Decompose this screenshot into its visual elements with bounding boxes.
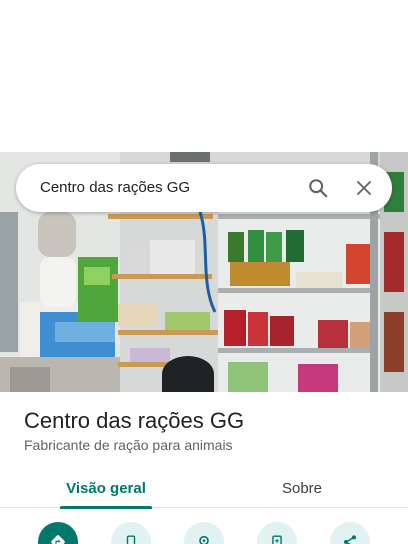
search-icon xyxy=(309,179,328,198)
search-input[interactable]: Centro das rações GG xyxy=(40,164,190,212)
save-icon xyxy=(272,535,282,544)
save-button[interactable] xyxy=(257,522,297,544)
tab-overview-label: Visão geral xyxy=(66,479,146,497)
location-icon xyxy=(199,535,209,544)
directions-button[interactable] xyxy=(38,522,78,544)
action-buttons-row xyxy=(0,518,408,544)
location-button[interactable] xyxy=(184,522,224,544)
tab-about[interactable]: Sobre xyxy=(262,468,342,508)
search-button[interactable] xyxy=(302,172,334,204)
directions-icon xyxy=(51,535,65,544)
tab-selected-indicator xyxy=(60,506,152,509)
tab-overview[interactable]: Visão geral xyxy=(60,468,152,509)
place-category: Fabricante de ração para animais xyxy=(24,437,233,453)
share-button[interactable] xyxy=(330,522,370,544)
share-icon xyxy=(344,535,356,544)
search-bar[interactable]: Centro das rações GG xyxy=(16,164,392,212)
map-blank-area xyxy=(0,0,408,152)
place-tabs: Visão geral Sobre xyxy=(0,468,408,509)
place-title: Centro das rações GG xyxy=(24,408,245,433)
phone-icon xyxy=(126,535,136,544)
clear-search-button[interactable] xyxy=(348,172,380,204)
tab-about-label: Sobre xyxy=(281,479,323,497)
call-button[interactable] xyxy=(111,522,151,544)
close-icon xyxy=(357,181,371,195)
